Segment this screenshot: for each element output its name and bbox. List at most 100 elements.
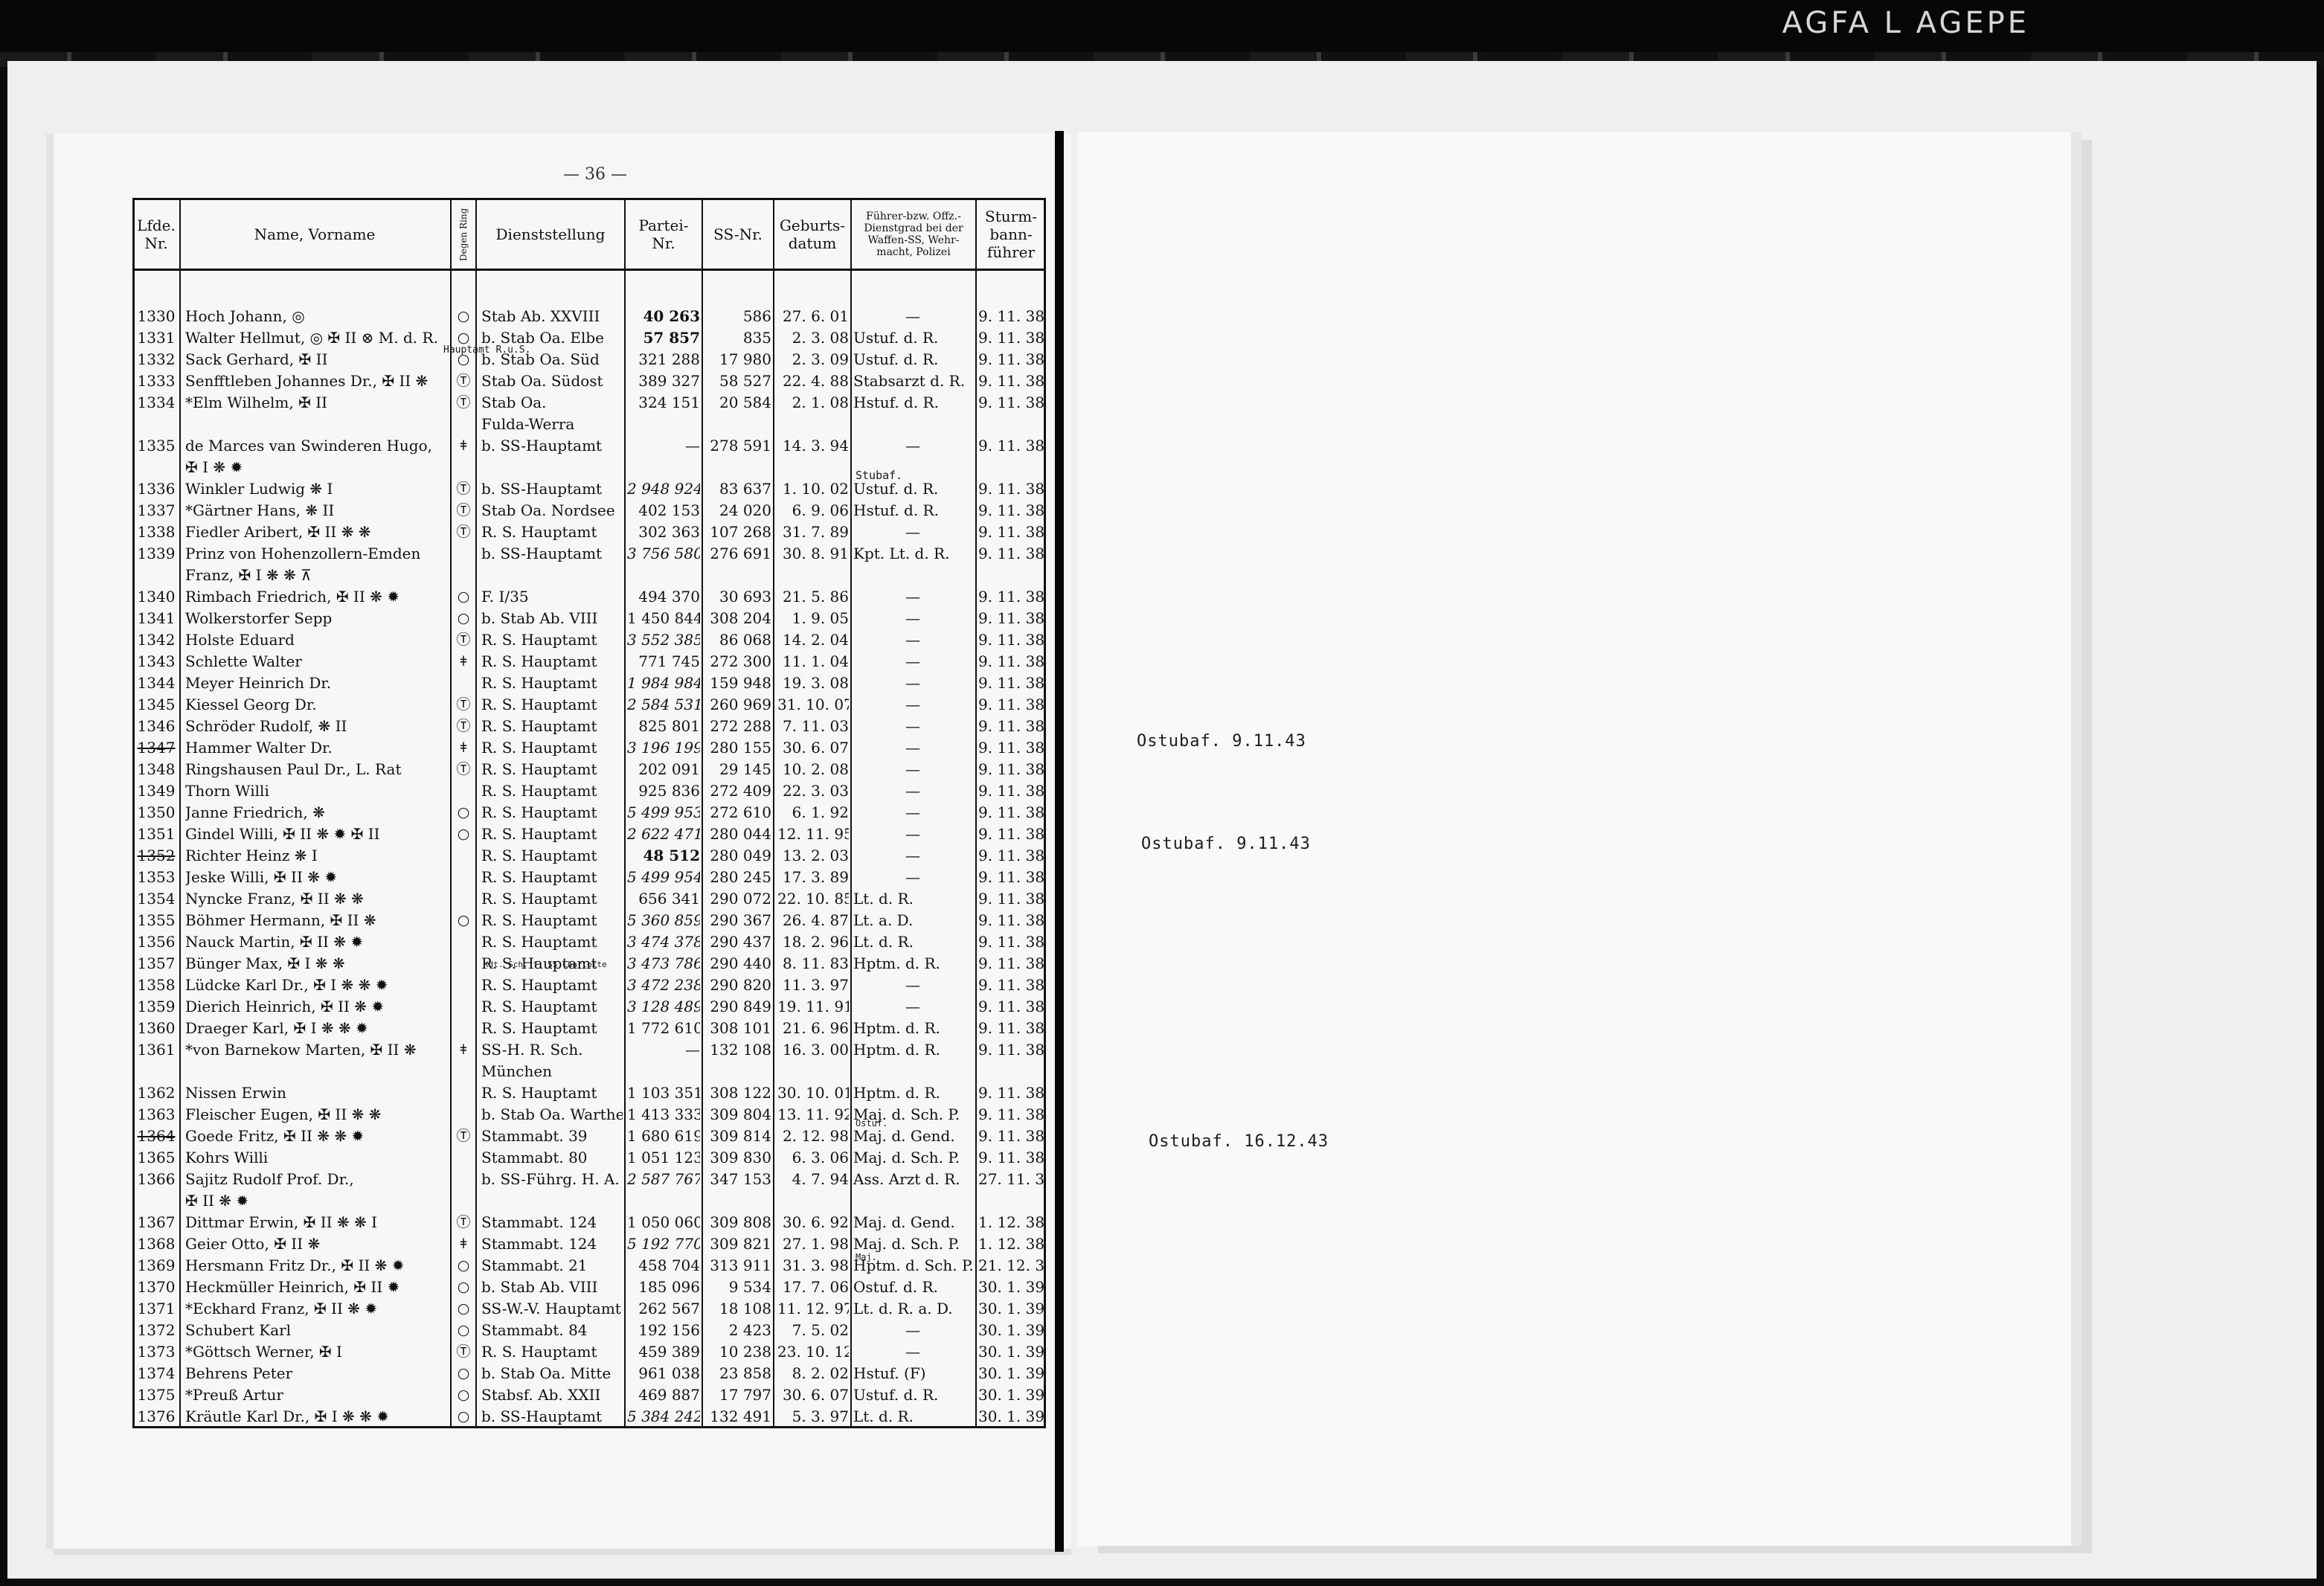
row-geburtsdatum: 12. 11. 95 [777,825,849,843]
row-dienststellung: R. S. Hauptamt [481,674,597,692]
row-sturmbannfuehrer: 9. 11. 38 [978,890,1045,908]
row-ring-symbol: ○ [457,804,470,821]
row-number: 1347 [137,739,176,757]
row-sturmbannfuehrer: 30. 1. 39 [978,1386,1045,1404]
row-partei-nr: 5 384 242 [627,1407,700,1425]
row-ring-symbol [453,953,474,975]
row-partei-nr: 5 192 770 [627,1235,700,1253]
table-row: 1335 de Marces van Swinderen Hugo, ǂ b. SS-… [135,435,1045,457]
row-sturmbannfuehrer: 9. 11. 38 [978,911,1045,929]
row-dienststellung: Stammabt. 84 [481,1321,588,1339]
row-name: ✠ II ❋ ✹ [185,1192,249,1210]
row-name: Sajitz Rudolf Prof. Dr., [185,1170,354,1188]
row-dienstgrad: — [905,1343,920,1361]
table-row: 1331 Walter Hellmut, ◎ ✠ II ⊗ M. d. R. ○ b.… [135,327,1045,349]
row-name: Böhmer Hermann, ✠ II ❋ [185,911,376,929]
row-dienstgrad: — [905,760,920,778]
row-sturmbannfuehrer: 9. 11. 38 [978,717,1045,735]
table-row: 1356 Nauck Martin, ✠ II ❋ ✹ R. S. Hauptamt… [135,931,1045,953]
row-name: Dierich Heinrich, ✠ II ❋ ✹ [185,998,385,1015]
row-dienststellung: SS-W.-V. Hauptamt [481,1300,621,1317]
row-ring-symbol [453,931,474,953]
row-sturmbannfuehrer [978,414,1045,435]
row-number: 1376 [137,1407,176,1425]
row-dienstgrad: Hptm. d. R. [853,1041,940,1059]
row-geburtsdatum: 30. 6. 92 [782,1213,849,1231]
officer-ledger-table: Lfde. Nr. Name, Vorname Degen Ring Diens… [132,198,1046,1428]
row-ss-nr: 9 534 [728,1278,771,1296]
row-ring-symbol [453,975,474,996]
row-partei-nr: 458 704 [638,1256,700,1274]
row-ring-symbol [453,888,474,910]
row-geburtsdatum: 17. 7. 06 [782,1278,849,1296]
row-dienstgrad: — [905,307,920,325]
row-geburtsdatum: 11. 3. 97 [782,976,849,994]
row-ring-symbol: ○ [457,912,470,928]
row-ring-symbol [453,1169,474,1190]
row-sturmbannfuehrer: 9. 11. 38 [978,588,1045,606]
header-fuehrer: Führer-bzw. Offz.- Dienstgrad bei der Wa… [864,211,963,258]
row-sturmbannfuehrer: 9. 11. 38 [978,847,1045,864]
row-partei-nr: 3 474 378 [627,933,700,951]
row-dienstgrad: — [905,868,920,886]
row-dienststellung: b. Stab Ab. VIII [481,609,598,627]
row-ring-symbol: ○ [457,308,470,324]
row-dienststellung: Stabsf. Ab. XXII [481,1386,601,1404]
row-geburtsdatum: 2. 1. 08 [792,394,849,411]
row-name: Senfftleben Johannes Dr., ✠ II ❋ [185,372,428,390]
row-number: 1372 [137,1321,176,1339]
row-ring-symbol [453,867,474,888]
row-dienstgrad: — [905,803,920,821]
row-sturmbannfuehrer: 9. 11. 38 [978,868,1045,886]
row-ring-symbol: Ⓣ [456,632,471,648]
handwritten-ostubaf-1: Ostubaf. 9.11.43 [1137,732,1306,751]
row-dienststellung: München [481,1062,553,1080]
row-ss-nr: 309 830 [710,1149,771,1166]
row-number: 1369 [137,1256,176,1274]
row-dienststellung: R. S. Hauptamt [481,890,597,908]
row-geburtsdatum: 2. 3. 09 [792,350,849,368]
row-ss-nr: 290 820 [710,976,771,994]
row-partei-nr: 1 051 123 [627,1149,700,1166]
row-partei-nr: 192 156 [638,1321,700,1339]
row-dienstgrad: Ass. Arzt d. R. [853,1170,960,1188]
row-ss-nr: 272 288 [710,717,771,735]
row-dienststellung: Stammabt. 124 [481,1213,597,1231]
table-row: 1352 Richter Heinz ❋ I R. S. Hauptamt 48 51… [135,845,1045,867]
row-name: Bünger Max, ✠ I ❋ ❋ [185,954,345,972]
row-dienstgrad: Hstuf. (F) [853,1364,926,1382]
header-ss: SS-Nr. [713,225,763,243]
row-partei-nr: 185 096 [638,1278,700,1296]
table-row: 1342 Holste Eduard Ⓣ R. S. Hauptamt 3 552 38… [135,629,1045,651]
table-row: 1369 Hersmann Fritz Dr., ✠ II ❋ ✹ ○ Stammab… [135,1255,1045,1277]
row-dienststellung: R. S. Hauptamt [481,976,597,994]
table-row: 1344 Meyer Heinrich Dr. R. S. Hauptamt 1 98… [135,672,1045,694]
row-partei-nr: 925 836 [638,782,700,800]
row-sturmbannfuehrer [978,1190,1045,1212]
row-dienststellung: Stammabt. 80 [481,1149,588,1166]
row-number: 1337 [137,501,176,519]
row-dienststellung: b. Stab Oa. Warthe [481,1105,623,1123]
row-ring-symbol: ○ [457,1408,470,1425]
row-name: Kiessel Georg Dr. [185,696,317,713]
row-geburtsdatum: 7. 11. 03 [782,717,849,735]
row-geburtsdatum: 30. 6. 07 [782,739,849,757]
row-name: *Preuß Artur [185,1386,283,1404]
row-partei-nr: 656 341 [638,890,700,908]
table-row: 1350 Janne Friedrich, ❋ ○ R. S. Hauptamt 5 4… [135,802,1045,824]
row-geburtsdatum [777,565,849,586]
row-sturmbannfuehrer: 9. 11. 38 [978,1149,1045,1166]
row-geburtsdatum: 7. 5. 02 [792,1321,849,1339]
row-dienstgrad: — [905,588,920,606]
row-sturmbannfuehrer: 9. 11. 38 [978,523,1045,541]
row-dienstgrad [853,1061,972,1082]
row-geburtsdatum: 22. 3. 03 [782,782,849,800]
row-dienststellung: Fulda-Werra [481,415,575,433]
table-row: Franz, ✠ I ❋ ❋ ⊼ [135,565,1044,586]
row-ring-symbol: ○ [457,1279,470,1295]
table-row: 1376 Kräutle Karl Dr., ✠ I ❋ ❋ ✹ ○ b. SS-Ha… [135,1406,1045,1428]
row-number: 1330 [137,307,176,325]
row-dienststellung: R. S. Hauptamt [481,998,597,1015]
row-partei-nr: 5 360 859 [627,911,700,929]
table-row: 1337 *Gärtner Hans, ❋ II Ⓣ Stab Oa. Nordsee… [135,500,1045,521]
